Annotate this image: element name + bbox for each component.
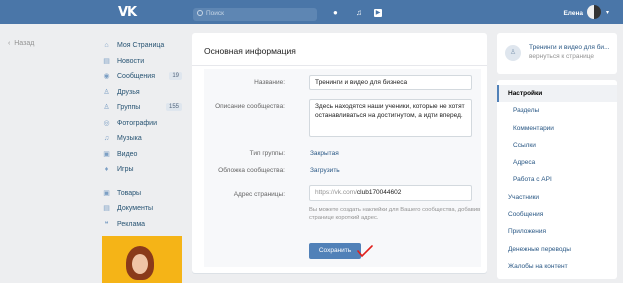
address-label: Адрес страницы: (233, 191, 285, 198)
address-prefix: https://vk.com/ (315, 189, 357, 196)
group-title[interactable]: Тренинги и видео для би... (529, 44, 610, 51)
nav-item-my-page[interactable]: ⌂ Моя Страница (102, 38, 182, 54)
menu-item-sections[interactable]: Разделы (497, 102, 617, 119)
nav-label: Реклама (117, 220, 146, 228)
divider (192, 65, 487, 66)
nav-item-video[interactable]: ▣ Видео (102, 147, 182, 163)
menu-item-messages[interactable]: Сообщения (497, 206, 617, 223)
back-link[interactable]: ‹ Назад (8, 40, 34, 47)
music-icon: ♫ (103, 135, 110, 143)
document-icon: ▤ (103, 205, 110, 213)
group-type-link[interactable]: Закрытая (310, 150, 339, 157)
video-icon: ▣ (103, 150, 110, 158)
megaphone-icon: ❝ (104, 220, 109, 228)
settings-menu: Настройки Разделы Комментарии Ссылки Адр… (497, 80, 617, 280)
settings-form: Название: Тренинги и видео для бизнеса О… (204, 69, 481, 267)
cover-upload-link[interactable]: Загрузить (310, 167, 340, 174)
cover-label: Обложка сообщества: (218, 167, 285, 174)
music-icon[interactable]: ♫ (356, 9, 364, 17)
menu-item-addresses[interactable]: Адреса (497, 154, 617, 171)
name-field[interactable]: Тренинги и видео для бизнеса (309, 75, 472, 90)
nav-item-news[interactable]: ▤ Новости (102, 54, 182, 70)
group-type-label: Тип группы: (249, 150, 285, 157)
address-value: club170044602 (356, 189, 402, 196)
play-icon[interactable]: ▶ (374, 9, 382, 17)
face-shape (132, 254, 148, 274)
address-hint: Вы можете создать наклейки для Вашего со… (309, 207, 481, 221)
address-field[interactable]: https://vk.com/club170044602 (309, 185, 472, 201)
menu-item-links[interactable]: Ссылки (497, 137, 617, 154)
menu-item-comments[interactable]: Комментарии (497, 120, 617, 137)
chat-icon: ◉ (103, 73, 110, 81)
nav-divider (102, 178, 182, 186)
menu-item-settings[interactable]: Настройки (497, 85, 617, 103)
description-label: Описание сообщества: (215, 103, 285, 110)
description-field[interactable]: Здесь находятся наши ученики, которые не… (309, 99, 472, 137)
main-panel: Основная информация Название: Тренинги и… (192, 33, 487, 273)
bell-icon[interactable]: ● (333, 9, 341, 17)
nav-label: Новости (117, 57, 145, 65)
nav-label: Моя Страница (117, 42, 165, 50)
nav-label: Фотографии (117, 119, 158, 127)
news-icon: ▤ (103, 57, 110, 65)
right-column: ♙ Тренинги и видео для би... вернуться к… (497, 33, 617, 280)
home-icon: ⌂ (104, 42, 109, 50)
nav-item-groups[interactable]: ♙ Группы 155 (102, 100, 182, 116)
chevron-down-icon[interactable]: ▾ (606, 9, 609, 16)
nav-label: Группы (117, 104, 141, 112)
nav-label: Сообщения (117, 73, 155, 81)
menu-item-api[interactable]: Работа с API (497, 171, 617, 188)
nav-label: Товары (117, 189, 142, 197)
nav-label: Друзья (117, 88, 140, 96)
nav-item-documents[interactable]: ▤ Документы (102, 201, 182, 217)
vk-logo[interactable]: VK (118, 5, 137, 20)
menu-item-apps[interactable]: Приложения (497, 223, 617, 240)
nav-item-photos[interactable]: ◎ Фотографии (102, 116, 182, 132)
menu-item-money-transfers[interactable]: Денежные переводы (497, 241, 617, 258)
menu-item-content-reports[interactable]: Жалобы на контент (497, 258, 617, 275)
nav-item-games[interactable]: ♦ Игры (102, 162, 182, 178)
nav-item-music[interactable]: ♫ Музыка (102, 131, 182, 147)
messages-count-badge: 19 (169, 72, 182, 80)
search-icon (197, 10, 203, 16)
group-avatar-icon: ♙ (505, 45, 521, 61)
top-bar: VK Поиск ● ♫ ▶ Елена ▾ (0, 0, 623, 24)
user-name[interactable]: Елена (563, 10, 583, 17)
nav-label: Видео (117, 150, 138, 158)
nav-item-ads[interactable]: ❝ Реклама (102, 217, 182, 233)
name-label: Название: (254, 79, 285, 86)
checkmark-icon (357, 245, 373, 258)
search-placeholder: Поиск (206, 10, 225, 17)
bag-icon: ▣ (103, 189, 110, 197)
page-title: Основная информация (204, 46, 296, 56)
save-button[interactable]: Сохранить (309, 243, 361, 259)
promo-photo[interactable] (102, 236, 182, 283)
avatar[interactable] (587, 5, 601, 19)
menu-item-members[interactable]: Участники (497, 189, 617, 206)
group-icon: ♙ (103, 104, 110, 112)
search-input[interactable]: Поиск (193, 8, 317, 21)
nav-item-goods[interactable]: ▣ Товары (102, 186, 182, 202)
user-icon: ♙ (103, 88, 110, 96)
nav-label: Документы (117, 205, 154, 213)
game-icon: ♦ (104, 166, 109, 174)
back-label: Назад (14, 40, 35, 47)
nav-label: Музыка (117, 135, 142, 143)
nav-item-friends[interactable]: ♙ Друзья (102, 85, 182, 101)
group-card[interactable]: ♙ Тренинги и видео для би... вернуться к… (497, 33, 617, 74)
return-to-page-link[interactable]: вернуться к странице (529, 53, 594, 60)
nav-label: Игры (117, 166, 134, 174)
left-nav: ⌂ Моя Страница ▤ Новости ◉ Сообщения 19 ♙ Дру… (102, 38, 182, 232)
groups-count-badge: 155 (165, 103, 182, 111)
nav-item-messages[interactable]: ◉ Сообщения 19 (102, 69, 182, 85)
camera-icon: ◎ (103, 119, 110, 127)
